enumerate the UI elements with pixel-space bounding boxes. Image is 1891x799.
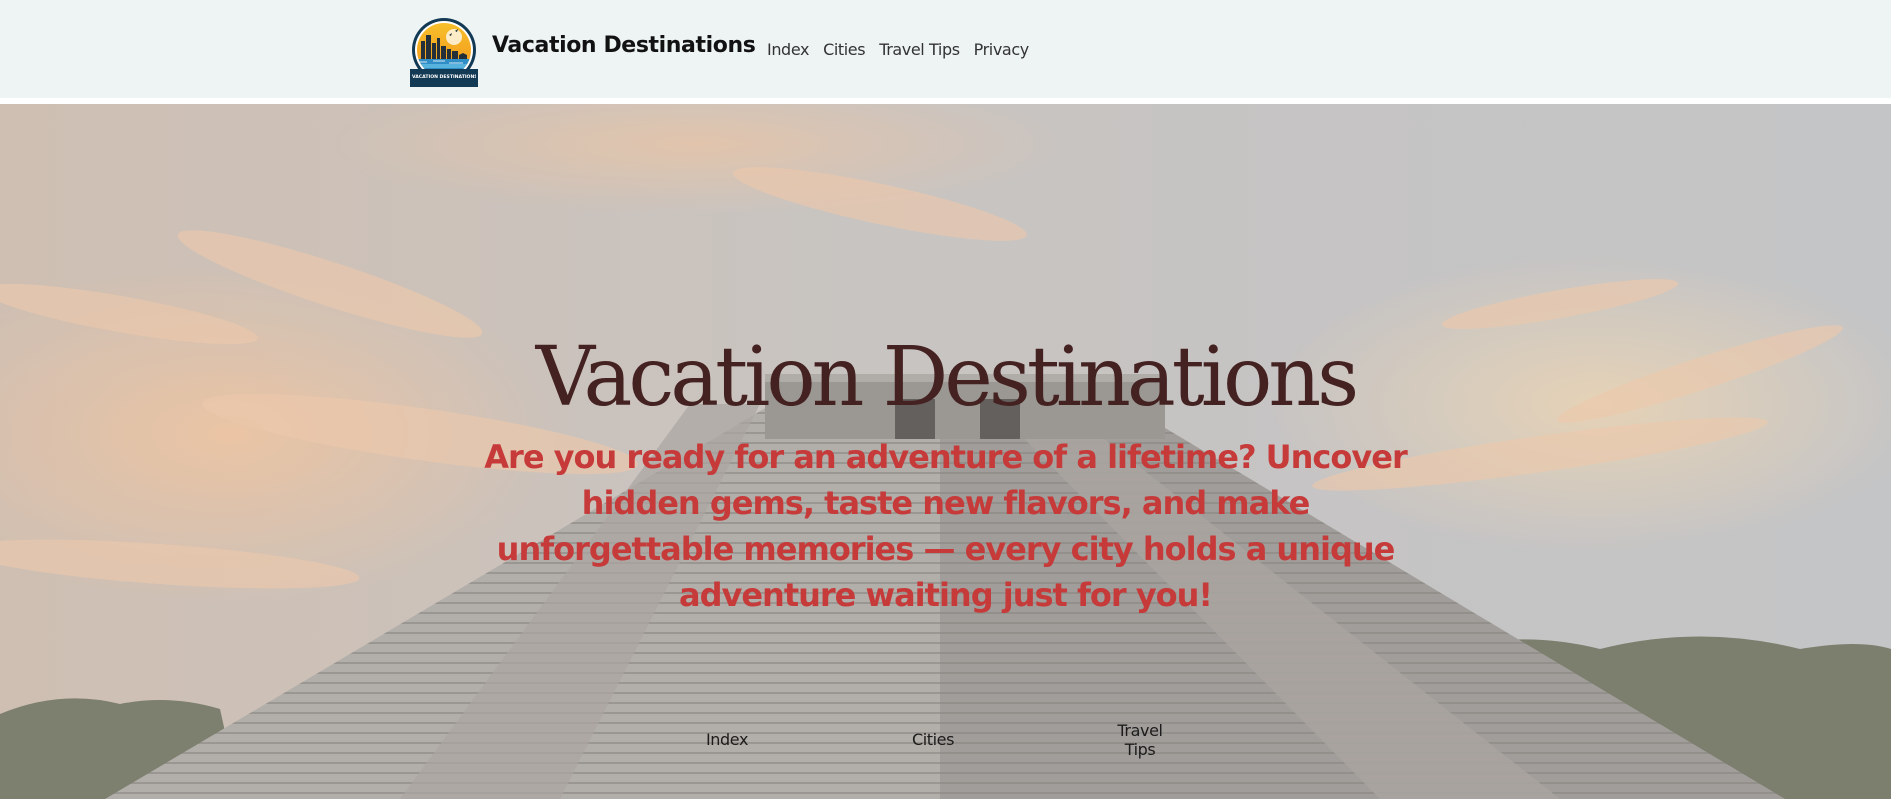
hero-title: Vacation Destinations	[535, 330, 1359, 425]
site-brand[interactable]: Vacation Destinations	[492, 33, 756, 58]
hero-link-travel-tips[interactable]: Travel Tips	[1070, 721, 1210, 759]
logo-caption: VACATION DESTINATIONS	[412, 72, 476, 84]
hero-section: Vacation Destinations Are you ready for …	[0, 104, 1891, 799]
nav-link-cities[interactable]: Cities	[823, 40, 866, 59]
nav-link-index[interactable]: Index	[767, 40, 809, 59]
main-nav: Index Cities Travel Tips Privacy	[767, 40, 1029, 59]
nav-link-privacy[interactable]: Privacy	[974, 40, 1030, 59]
site-logo[interactable]: VACATION DESTINATIONS	[409, 17, 479, 89]
hero-link-travel-tips-line1: Travel	[1117, 721, 1163, 740]
hero-link-travel-tips-line2: Tips	[1124, 740, 1156, 759]
hero-link-cities[interactable]: Cities	[863, 730, 1003, 749]
hero-subtitle: Are you ready for an adventure of a life…	[484, 438, 1407, 614]
nav-link-travel-tips[interactable]: Travel Tips	[879, 40, 960, 59]
page: VACATION DESTINATIONS Vacation Destinati…	[0, 0, 1891, 799]
site-header: VACATION DESTINATIONS Vacation Destinati…	[0, 0, 1891, 101]
hero-link-index[interactable]: Index	[657, 730, 797, 749]
